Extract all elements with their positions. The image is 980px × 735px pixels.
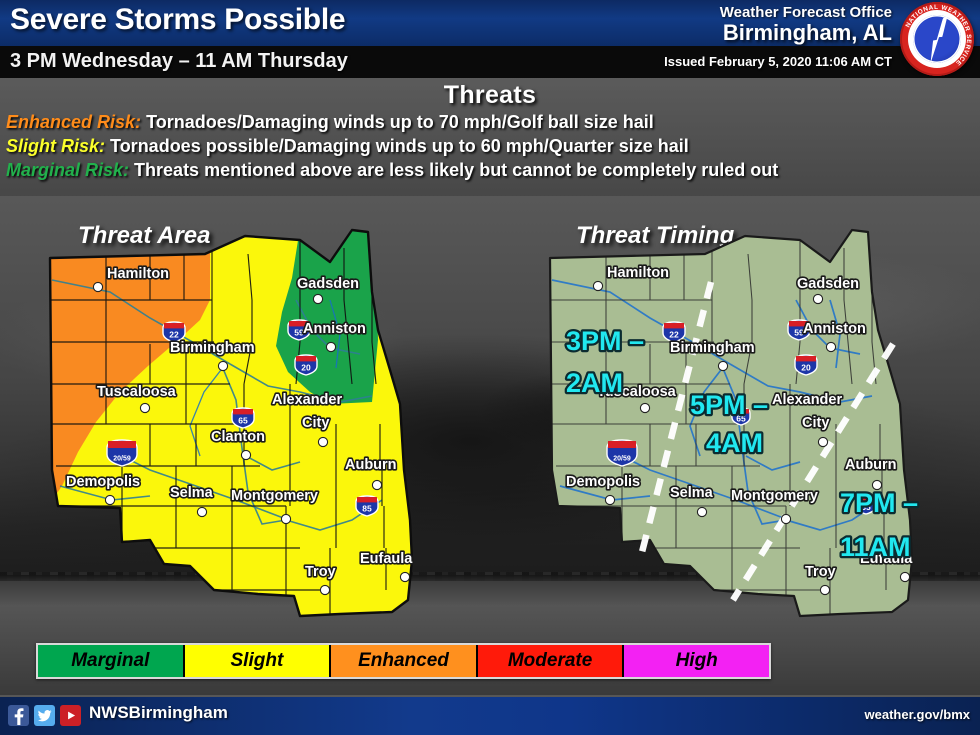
legend-label-slight: Slight <box>230 650 284 671</box>
city-label: Selma <box>670 485 714 501</box>
city-label: Birmingham <box>670 340 755 356</box>
city-label: Demopolis <box>566 474 640 490</box>
city-label: Montgomery <box>731 488 818 504</box>
legend-item-moderate[interactable]: Moderate <box>477 645 625 677</box>
city-label: Auburn <box>845 457 897 473</box>
social-handle: NWSBirmingham <box>89 703 228 722</box>
interstate-shield-icon: 20/59 <box>606 439 638 467</box>
legend-label-enhanced: Enhanced <box>358 650 449 671</box>
legend-label-marginal: Marginal <box>71 650 150 671</box>
legend-label-moderate: Moderate <box>507 650 593 671</box>
website-url[interactable]: weather.gov/bmx <box>865 707 970 722</box>
timing-label: 5PM – <box>690 390 768 420</box>
weather-graphic: Severe Storms Possible Weather Forecast … <box>0 0 980 735</box>
timing-label: 4AM <box>706 428 763 458</box>
risk-legend: Marginal Slight Enhanced Moderate High <box>36 643 771 679</box>
timing-label: 11AM <box>840 532 911 562</box>
city-label: Hamilton <box>607 265 669 281</box>
timing-label: 7PM – <box>840 488 918 518</box>
city-dot <box>819 584 831 596</box>
interstate-shield-icon: 22 <box>662 321 686 343</box>
city-dot <box>696 506 708 518</box>
city-dot <box>817 436 829 448</box>
city-dot <box>780 513 792 525</box>
city-label: Troy <box>805 564 836 580</box>
interstate-shield-icon: 20 <box>794 354 818 376</box>
shield-number: 20 <box>801 363 811 373</box>
city-dot <box>899 571 911 583</box>
legend-label-high: High <box>675 650 718 671</box>
city-dot <box>639 402 651 414</box>
legend-item-marginal[interactable]: Marginal <box>38 645 185 677</box>
shield-number: 22 <box>669 330 679 340</box>
legend-item-high[interactable]: High <box>624 645 769 677</box>
city-dot <box>812 293 824 305</box>
city-label: Anniston <box>803 321 866 337</box>
threat-timing-map: 22 59 20 65 20/59 85 Hamilton Gadsden Anniston B… <box>0 0 980 735</box>
city-dot <box>825 341 837 353</box>
legend-item-enhanced[interactable]: Enhanced <box>331 645 478 677</box>
city-dot <box>717 360 729 372</box>
city-dot <box>604 494 616 506</box>
city-label: City <box>802 415 829 431</box>
city-dot <box>592 280 604 292</box>
facebook-icon[interactable] <box>8 705 29 726</box>
twitter-icon[interactable] <box>34 705 55 726</box>
timing-label: 2AM <box>566 368 623 398</box>
shield-number: 20/59 <box>613 455 631 462</box>
city-label: Gadsden <box>797 276 859 292</box>
timing-label: 3PM – <box>566 326 644 356</box>
youtube-icon[interactable] <box>60 705 81 726</box>
legend-item-slight[interactable]: Slight <box>184 645 332 677</box>
city-label: Alexander <box>772 392 842 408</box>
